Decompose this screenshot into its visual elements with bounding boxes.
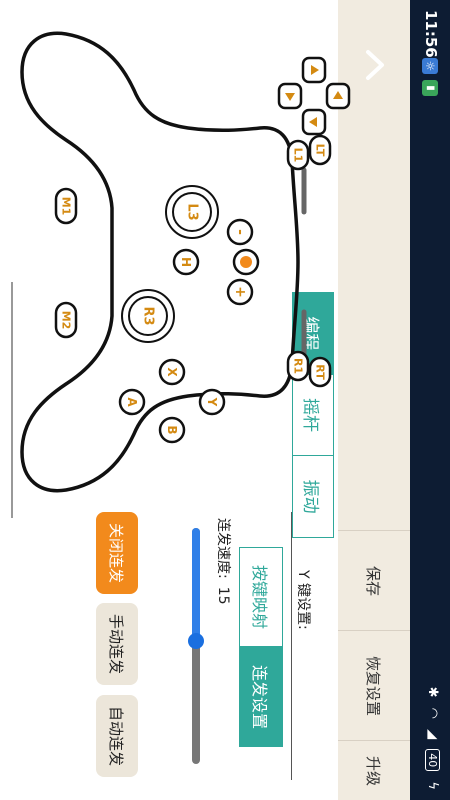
m1-button-label: M1 xyxy=(60,197,73,216)
plus-button-label: + xyxy=(232,286,248,298)
h-button-label: H xyxy=(179,257,193,267)
rt-button-label: RT xyxy=(314,364,327,380)
b-button-label: B xyxy=(165,425,179,434)
m2-button-label: M2 xyxy=(60,311,73,330)
center-indicator-dot xyxy=(240,256,252,268)
minus-button-label: - xyxy=(232,229,248,235)
x-button-label: X xyxy=(165,367,179,377)
l3-stick-label: L3 xyxy=(185,203,200,220)
r1-button-label: R1 xyxy=(292,358,305,374)
r3-stick-label: R3 xyxy=(141,306,156,325)
l1-button-label: L1 xyxy=(292,148,305,163)
a-button-label: A xyxy=(125,397,139,407)
controller-controls: LT L1 RT R1 M1 M2 L3 R3 - + H X Y A B xyxy=(20,31,351,493)
lt-button-label: LT xyxy=(314,144,327,157)
y-button-label: Y xyxy=(205,397,219,407)
